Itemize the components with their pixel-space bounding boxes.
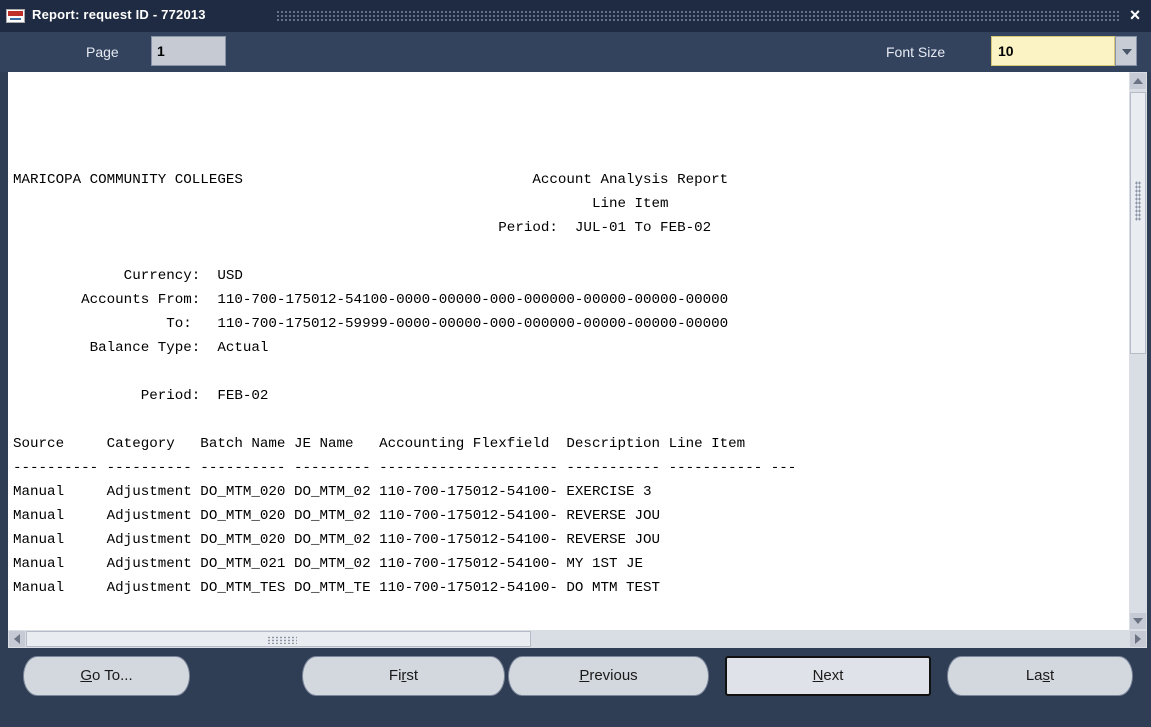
scroll-right-icon[interactable] [1130,631,1146,647]
last-mnemonic: s [1042,667,1051,684]
go-to-label: o To... [92,667,133,684]
first-label-end: st [406,667,419,684]
report-line: Balance Type: Actual [13,340,269,356]
previous-button[interactable]: Previous [508,656,709,696]
report-line [13,408,796,432]
go-to-mnemonic: G [80,667,93,684]
scroll-up-icon[interactable] [1130,73,1146,89]
report-line: Manual Adjustment DO_MTM_TES DO_MTM_TE 1… [13,580,661,596]
title-bar[interactable]: Report: request ID - 772013 × [0,0,1151,32]
font-size-select[interactable]: 10 [991,36,1115,66]
last-label-start: La [1025,667,1043,684]
first-label-start: Fi [388,667,402,684]
report-toolbar: Page 1 Font Size 10 [0,32,1151,72]
next-label: ext [823,667,844,684]
report-line: Manual Adjustment DO_MTM_020 DO_MTM_02 1… [13,508,661,524]
scroll-down-icon[interactable] [1130,613,1146,629]
report-body: MARICOPA COMMUNITY COLLEGES Account Anal… [13,72,796,600]
report-line: Manual Adjustment DO_MTM_020 DO_MTM_02 1… [13,532,661,548]
title-bar-grip [276,10,1119,22]
horizontal-scrollbar[interactable] [8,630,1147,648]
report-line [13,72,796,96]
font-size-label: Font Size [886,44,946,60]
report-line: Source Category Batch Name JE Name Accou… [13,436,746,452]
close-icon[interactable]: × [1125,5,1145,25]
go-to-button[interactable]: Go To... [23,656,190,696]
next-mnemonic: N [812,667,824,684]
report-line: Period: FEB-02 [13,388,269,404]
report-line: Accounts From: 110-700-175012-54100-0000… [13,292,729,308]
report-line: ---------- ---------- ---------- -------… [13,460,797,476]
app-icon [6,9,25,23]
report-line [13,120,796,144]
report-line [13,360,796,384]
report-line: Manual Adjustment DO_MTM_021 DO_MTM_02 1… [13,556,644,572]
report-line [13,240,796,264]
report-line: Manual Adjustment DO_MTM_020 DO_MTM_02 1… [13,484,652,500]
chevron-down-icon[interactable] [1115,36,1137,66]
last-label-end: t [1050,667,1055,684]
vertical-scroll-thumb[interactable] [1130,92,1146,354]
report-line [13,96,796,120]
vertical-scrollbar[interactable] [1129,72,1147,630]
report-line: To: 110-700-175012-59999-0000-00000-000-… [13,316,729,332]
report-line: Line Item [13,196,669,212]
page-number-field[interactable]: 1 [151,36,226,66]
first-button[interactable]: First [302,656,505,696]
page-label: Page [86,44,119,60]
report-line [13,144,796,168]
next-button[interactable]: Next [725,656,931,696]
report-viewer: MARICOPA COMMUNITY COLLEGES Account Anal… [8,72,1129,630]
previous-label: revious [589,667,638,684]
report-line: Period: JUL-01 To FEB-02 [13,220,712,236]
report-line: MARICOPA COMMUNITY COLLEGES Account Anal… [13,172,729,188]
last-button[interactable]: Last [947,656,1133,696]
scroll-left-icon[interactable] [9,631,25,647]
window-title: Report: request ID - 772013 [32,7,206,22]
previous-mnemonic: P [579,667,590,684]
navigation-button-bar: Go To... First Previous Next Last [0,648,1151,727]
report-window: Report: request ID - 772013 × Page 1 Fon… [0,0,1151,727]
report-line: Currency: USD [13,268,243,284]
horizontal-scroll-thumb[interactable] [26,631,531,647]
